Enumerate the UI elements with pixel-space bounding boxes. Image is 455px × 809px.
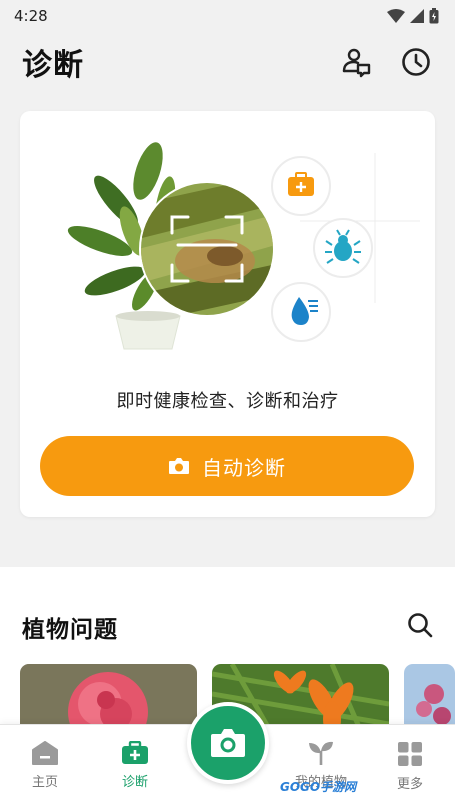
card-tagline: 即时健康检查、诊断和治疗 [116,391,339,412]
plant-diagnosis-illustration [67,142,420,350]
status-icons [387,8,439,24]
nav-diagnosis[interactable]: 诊断 [100,741,170,790]
nav-more-label: 更多 [396,777,423,792]
home-icon [32,741,58,765]
auto-diagnose-label: 自动诊断 [202,455,286,480]
header: 诊断 [0,32,455,92]
auto-diagnose-button[interactable]: 自动诊断 [40,436,414,496]
section-title: 植物问题 [22,617,118,643]
header-actions [339,45,433,79]
battery-icon [429,8,439,24]
history-clock-icon [402,48,430,76]
search-icon [408,613,433,638]
nav-diagnosis-label: 诊断 [121,775,148,790]
sprout-icon [309,741,333,765]
search-button[interactable] [402,607,438,643]
expert-chat-button[interactable] [339,45,373,79]
camera-icon [169,458,189,474]
page-title: 诊断 [22,48,84,83]
diagnosis-kit-icon [122,741,148,764]
expert-chat-icon [342,48,371,78]
status-bar: 4:28 [0,0,455,32]
wifi-icon [387,9,405,23]
grid-icon [398,742,422,766]
leaf-closeup [141,183,273,315]
status-time: 4:28 [14,7,48,25]
nav-home-label: 主页 [31,775,58,790]
nav-home[interactable]: 主页 [10,741,80,790]
camera-icon [211,729,245,757]
bug-icon [313,218,373,278]
camera-scan-button[interactable] [187,702,269,784]
diagnosis-card: 即时健康检查、诊断和治疗 自动诊断 [20,111,435,517]
nav-more[interactable]: 更多 [375,741,445,792]
watermark: GOGO手游网 [280,780,357,794]
water-drop-icon [271,282,331,342]
signal-icon [410,9,424,23]
first-aid-kit-icon [271,156,331,216]
history-button[interactable] [399,45,433,79]
